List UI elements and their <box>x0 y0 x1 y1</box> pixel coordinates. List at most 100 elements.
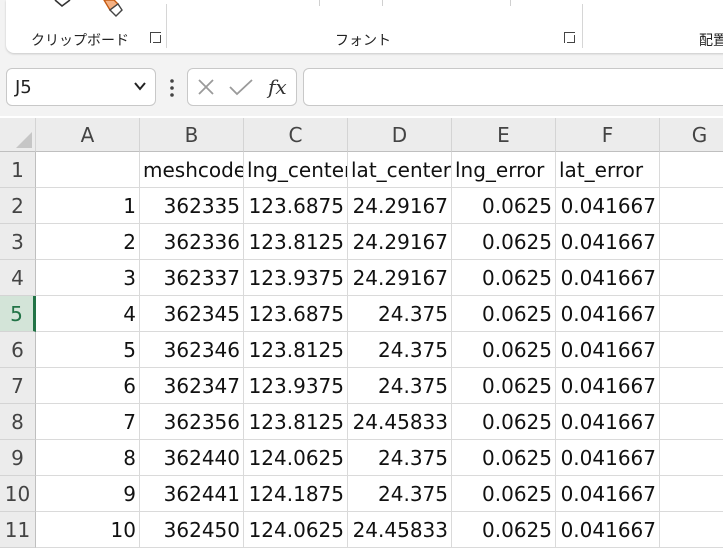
cell-b4[interactable]: 362337 <box>140 260 244 296</box>
cell-f6[interactable]: 0.041667 <box>556 332 660 368</box>
cell-e1[interactable]: lng_error <box>452 152 556 188</box>
row-header-4[interactable]: 4 <box>0 260 36 296</box>
column-header-a[interactable]: A <box>36 118 140 152</box>
cell-a8[interactable]: 7 <box>36 404 140 440</box>
more-options-icon[interactable] <box>168 76 176 100</box>
cell-g3[interactable] <box>660 224 723 260</box>
cell-g11[interactable] <box>660 512 723 548</box>
cell-f5[interactable]: 0.041667 <box>556 296 660 332</box>
dialog-launcher-icon[interactable] <box>150 32 161 43</box>
cell-e5[interactable]: 0.0625 <box>452 296 556 332</box>
cell-e3[interactable]: 0.0625 <box>452 224 556 260</box>
name-box[interactable]: J5 <box>6 68 156 106</box>
cell-b1[interactable]: meshcode <box>140 152 244 188</box>
cell-f3[interactable]: 0.041667 <box>556 224 660 260</box>
cell-b7[interactable]: 362347 <box>140 368 244 404</box>
cell-a5[interactable]: 4 <box>36 296 140 332</box>
cancel-icon[interactable] <box>196 77 216 97</box>
cell-e10[interactable]: 0.0625 <box>452 476 556 512</box>
cell-a9[interactable]: 8 <box>36 440 140 476</box>
chevron-down-icon[interactable] <box>133 79 147 93</box>
cell-c5[interactable]: 123.6875 <box>244 296 348 332</box>
cell-g5[interactable] <box>660 296 723 332</box>
cell-b3[interactable]: 362336 <box>140 224 244 260</box>
row-header-2[interactable]: 2 <box>0 188 36 224</box>
row-header-8[interactable]: 8 <box>0 404 36 440</box>
column-header-f[interactable]: F <box>556 118 660 152</box>
dialog-launcher-icon[interactable] <box>564 32 575 43</box>
cell-b8[interactable]: 362356 <box>140 404 244 440</box>
cell-c8[interactable]: 123.8125 <box>244 404 348 440</box>
cell-b9[interactable]: 362440 <box>140 440 244 476</box>
cell-a4[interactable]: 3 <box>36 260 140 296</box>
cell-e8[interactable]: 0.0625 <box>452 404 556 440</box>
cell-a7[interactable]: 6 <box>36 368 140 404</box>
cell-f8[interactable]: 0.041667 <box>556 404 660 440</box>
format-painter-icon[interactable] <box>100 0 128 18</box>
cell-g4[interactable] <box>660 260 723 296</box>
cell-g8[interactable] <box>660 404 723 440</box>
cell-d5[interactable]: 24.375 <box>348 296 452 332</box>
cell-c3[interactable]: 123.8125 <box>244 224 348 260</box>
cell-a10[interactable]: 9 <box>36 476 140 512</box>
cell-e11[interactable]: 0.0625 <box>452 512 556 548</box>
checkmark-icon[interactable] <box>52 0 74 10</box>
cell-c11[interactable]: 124.0625 <box>244 512 348 548</box>
cell-d10[interactable]: 24.375 <box>348 476 452 512</box>
row-header-9[interactable]: 9 <box>0 440 36 476</box>
cell-f2[interactable]: 0.041667 <box>556 188 660 224</box>
cell-d1[interactable]: lat_center <box>348 152 452 188</box>
row-header-10[interactable]: 10 <box>0 476 36 512</box>
cell-a1[interactable] <box>36 152 140 188</box>
cell-e4[interactable]: 0.0625 <box>452 260 556 296</box>
cell-c1[interactable]: lng_center <box>244 152 348 188</box>
cell-f11[interactable]: 0.041667 <box>556 512 660 548</box>
column-header-g[interactable]: G <box>660 118 723 152</box>
column-header-d[interactable]: D <box>348 118 452 152</box>
cell-f1[interactable]: lat_error <box>556 152 660 188</box>
cell-e9[interactable]: 0.0625 <box>452 440 556 476</box>
cell-a2[interactable]: 1 <box>36 188 140 224</box>
row-header-6[interactable]: 6 <box>0 332 36 368</box>
row-header-5[interactable]: 5 <box>0 296 36 332</box>
cell-d4[interactable]: 24.29167 <box>348 260 452 296</box>
cell-c9[interactable]: 124.0625 <box>244 440 348 476</box>
cell-c4[interactable]: 123.9375 <box>244 260 348 296</box>
cell-b10[interactable]: 362441 <box>140 476 244 512</box>
cell-f4[interactable]: 0.041667 <box>556 260 660 296</box>
row-header-7[interactable]: 7 <box>0 368 36 404</box>
cell-d3[interactable]: 24.29167 <box>348 224 452 260</box>
cell-g10[interactable] <box>660 476 723 512</box>
cell-e2[interactable]: 0.0625 <box>452 188 556 224</box>
cell-g1[interactable] <box>660 152 723 188</box>
cell-g2[interactable] <box>660 188 723 224</box>
cell-g6[interactable] <box>660 332 723 368</box>
cell-c7[interactable]: 123.9375 <box>244 368 348 404</box>
cell-a6[interactable]: 5 <box>36 332 140 368</box>
row-header-1[interactable]: 1 <box>0 152 36 188</box>
cell-f7[interactable]: 0.041667 <box>556 368 660 404</box>
cell-f10[interactable]: 0.041667 <box>556 476 660 512</box>
column-header-c[interactable]: C <box>244 118 348 152</box>
cell-d6[interactable]: 24.375 <box>348 332 452 368</box>
cell-a3[interactable]: 2 <box>36 224 140 260</box>
cell-c10[interactable]: 124.1875 <box>244 476 348 512</box>
column-header-b[interactable]: B <box>140 118 244 152</box>
column-header-e[interactable]: E <box>452 118 556 152</box>
cell-e6[interactable]: 0.0625 <box>452 332 556 368</box>
select-all-corner[interactable] <box>0 118 36 152</box>
cell-d2[interactable]: 24.29167 <box>348 188 452 224</box>
function-icon[interactable]: fx <box>266 74 294 100</box>
formula-input[interactable] <box>303 68 723 106</box>
cell-c6[interactable]: 123.8125 <box>244 332 348 368</box>
enter-icon[interactable] <box>228 77 254 97</box>
cell-g7[interactable] <box>660 368 723 404</box>
cell-b6[interactable]: 362346 <box>140 332 244 368</box>
row-header-3[interactable]: 3 <box>0 224 36 260</box>
cell-b2[interactable]: 362335 <box>140 188 244 224</box>
cell-d11[interactable]: 24.45833 <box>348 512 452 548</box>
cell-b11[interactable]: 362450 <box>140 512 244 548</box>
cell-f9[interactable]: 0.041667 <box>556 440 660 476</box>
row-header-11[interactable]: 11 <box>0 512 36 548</box>
cell-c2[interactable]: 123.6875 <box>244 188 348 224</box>
